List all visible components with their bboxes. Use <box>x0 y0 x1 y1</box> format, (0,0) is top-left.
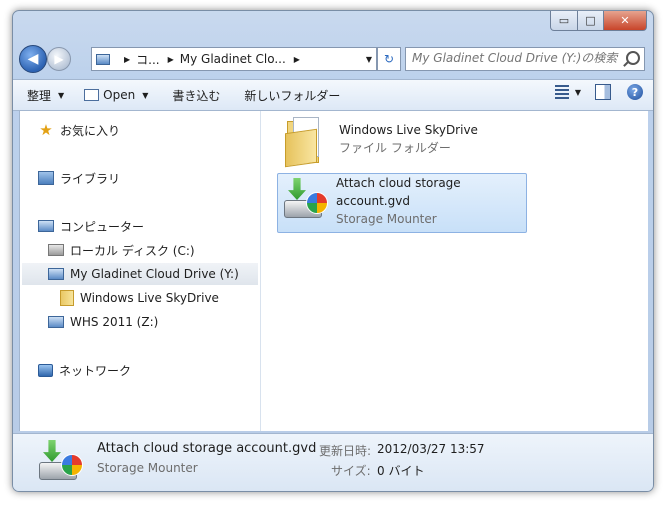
breadcrumb-cloud-drive[interactable]: My Gladinet Clo... <box>180 52 286 66</box>
file-type: ファイル フォルダー <box>339 141 451 155</box>
view-options-icon[interactable] <box>554 85 569 99</box>
navigation-pane[interactable]: ★ お気に入り ライブラリ コンピューター ローカル ディスク (C:) My … <box>20 111 261 431</box>
folder-icon <box>281 117 329 168</box>
chevron-down-icon[interactable]: ▼ <box>575 88 581 97</box>
computer-icon <box>38 220 54 232</box>
file-item-attach-cloud-storage[interactable]: Attach cloud storage account.gvd Storage… <box>277 173 527 233</box>
navigation-bar: ◀ ▶ ▶ コ... ▶ My Gladinet Clo... ▶ ▼ ↻ <box>19 44 647 74</box>
search-input[interactable] <box>412 48 624 68</box>
nav-computer[interactable]: コンピューター <box>38 215 144 237</box>
nav-favorites[interactable]: ★ お気に入り <box>38 119 120 141</box>
refresh-icon: ↻ <box>383 52 395 66</box>
nav-label: ネットワーク <box>59 363 132 378</box>
local-disk-icon <box>48 244 64 256</box>
file-type: Storage Mounter <box>336 212 437 226</box>
file-name: Windows Live SkyDrive <box>339 123 478 137</box>
breadcrumb-computer[interactable]: コ... <box>136 51 159 68</box>
folder-icon <box>60 290 74 306</box>
library-icon <box>38 171 54 185</box>
nav-network[interactable]: ネットワーク <box>38 359 131 381</box>
network-drive-icon <box>48 316 64 328</box>
modified-value: 2012/03/27 13:57 <box>377 442 485 456</box>
star-icon: ★ <box>39 121 53 139</box>
back-arrow-icon: ◀ <box>27 51 39 67</box>
breadcrumb-separator-icon[interactable]: ▶ <box>124 55 130 64</box>
burn-button[interactable]: 書き込む <box>172 87 220 104</box>
file-name-line1: Attach cloud storage <box>336 176 461 190</box>
close-button[interactable]: ✕ <box>604 11 647 31</box>
network-drive-icon <box>48 268 64 280</box>
nav-local-disk[interactable]: ローカル ディスク (C:) <box>48 239 195 261</box>
preview-pane-icon[interactable] <box>595 84 611 100</box>
details-file-name: Attach cloud storage account.gvd <box>97 441 317 456</box>
storage-mounter-icon <box>37 440 85 486</box>
new-folder-button[interactable]: 新しいフォルダー <box>244 87 340 104</box>
storage-mounter-icon <box>282 178 330 224</box>
open-label: Open <box>103 88 136 102</box>
nav-whs[interactable]: WHS 2011 (Z:) <box>48 311 158 333</box>
breadcrumb-separator-icon[interactable]: ▶ <box>168 55 174 64</box>
chevron-down-icon: ▼ <box>142 90 149 100</box>
organize-label: 整理 <box>27 88 52 103</box>
file-name-line2: account.gvd <box>336 194 410 208</box>
open-icon <box>84 89 100 101</box>
command-toolbar: 整理 ▼ Open ▼ 書き込む 新しいフォルダー ▼ ? <box>13 79 653 111</box>
nav-label: WHS 2011 (Z:) <box>70 315 159 329</box>
maximize-button[interactable]: □ <box>578 11 604 31</box>
back-button[interactable]: ◀ <box>19 45 47 73</box>
forward-arrow-icon: ▶ <box>54 52 64 66</box>
nav-label: Windows Live SkyDrive <box>80 291 219 305</box>
refresh-button[interactable]: ↻ <box>377 47 401 71</box>
nav-label: My Gladinet Cloud Drive (Y:) <box>70 267 239 281</box>
open-button[interactable]: Open ▼ <box>84 88 148 102</box>
nav-label: ライブラリ <box>60 171 121 186</box>
network-icon <box>38 363 53 377</box>
file-item-skydrive[interactable]: Windows Live SkyDrive ファイル フォルダー <box>281 117 531 171</box>
toolbar-right: ▼ ? <box>554 84 643 100</box>
window-controls: ▭ □ ✕ <box>550 11 647 31</box>
details-file-type: Storage Mounter <box>97 461 198 475</box>
search-box[interactable] <box>405 47 645 71</box>
nav-libraries[interactable]: ライブラリ <box>38 167 120 189</box>
size-label: サイズ: <box>331 464 371 478</box>
size-value: 0 バイト <box>377 464 425 478</box>
organize-button[interactable]: 整理 ▼ <box>27 87 64 104</box>
details-pane: Attach cloud storage account.gvd Storage… <box>13 433 653 491</box>
content-area: ★ お気に入り ライブラリ コンピューター ローカル ディスク (C:) My … <box>19 111 648 431</box>
address-dropdown-icon[interactable]: ▼ <box>362 48 376 70</box>
computer-icon <box>96 53 110 65</box>
nav-label: お気に入り <box>60 123 121 138</box>
breadcrumb-separator-icon[interactable]: ▶ <box>294 55 300 64</box>
address-bar[interactable]: ▶ コ... ▶ My Gladinet Clo... ▶ ▼ <box>91 47 377 71</box>
minimize-button[interactable]: ▭ <box>550 11 578 31</box>
nav-skydrive[interactable]: Windows Live SkyDrive <box>60 287 219 309</box>
explorer-window: ▭ □ ✕ ◀ ▶ ▶ コ... ▶ My Gladinet Clo... ▶ … <box>12 10 654 492</box>
chevron-down-icon: ▼ <box>58 90 65 100</box>
file-list[interactable]: Windows Live SkyDrive ファイル フォルダー Attach … <box>261 111 648 431</box>
forward-button[interactable]: ▶ <box>47 47 71 71</box>
help-icon[interactable]: ? <box>627 84 643 100</box>
nav-label: コンピューター <box>60 219 145 234</box>
nav-label: ローカル ディスク (C:) <box>70 243 195 258</box>
modified-label: 更新日時: <box>319 444 372 458</box>
nav-cloud-drive[interactable]: My Gladinet Cloud Drive (Y:) <box>22 263 258 285</box>
search-icon[interactable] <box>626 51 640 65</box>
